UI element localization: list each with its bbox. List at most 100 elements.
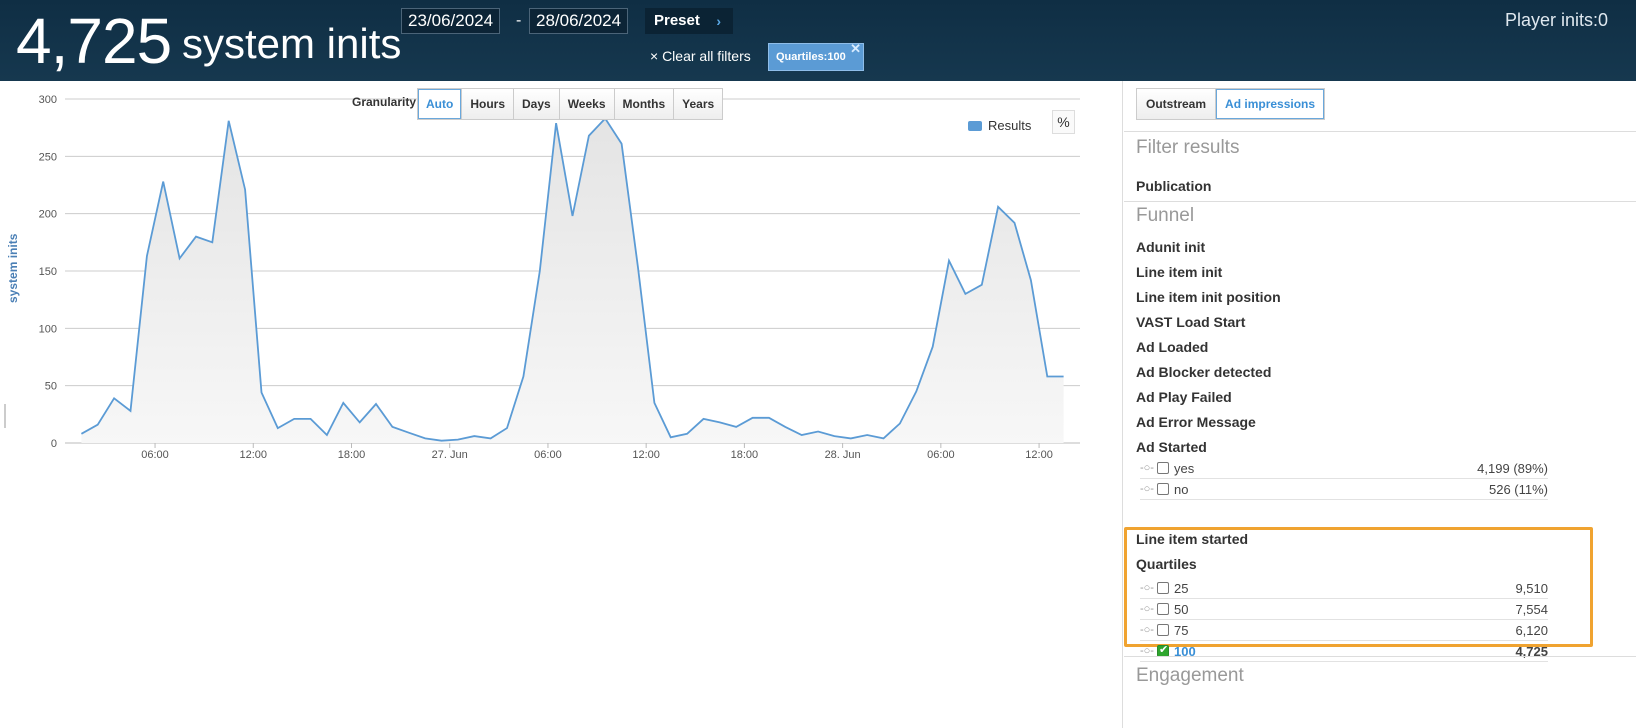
data-point xyxy=(423,436,427,440)
engagement-title: Engagement xyxy=(1136,665,1244,686)
data-point xyxy=(325,433,329,437)
x-tick-label: 06:00 xyxy=(927,449,955,461)
toggle-icon[interactable]: -○- xyxy=(1140,624,1154,636)
data-point xyxy=(521,375,525,379)
dimension-ad-error-message[interactable]: Ad Error Message xyxy=(1136,414,1256,430)
data-point xyxy=(309,417,313,421)
close-icon[interactable]: ✕ xyxy=(850,36,861,62)
dimension-quartiles[interactable]: Quartiles xyxy=(1136,556,1197,572)
checkbox[interactable] xyxy=(1157,462,1169,474)
clear-all-filters-link[interactable]: × Clear all filters xyxy=(650,48,751,64)
data-point xyxy=(554,121,558,125)
data-point xyxy=(472,434,476,438)
x-tick-label: 06:00 xyxy=(534,449,562,461)
data-point xyxy=(898,422,902,426)
dimension-publication[interactable]: Publication xyxy=(1136,178,1211,194)
dimension-adunit-init[interactable]: Adunit init xyxy=(1136,239,1205,255)
preset-button[interactable]: Preset › xyxy=(645,8,733,34)
divider xyxy=(1124,131,1636,132)
list-item[interactable]: -○- 25 9,510 xyxy=(1140,579,1548,599)
data-point xyxy=(669,435,673,439)
filter-results-title: Filter results xyxy=(1136,137,1240,158)
scroll-handle[interactable] xyxy=(4,404,6,428)
data-point xyxy=(767,416,771,420)
y-tick-label: 300 xyxy=(39,94,57,106)
data-point xyxy=(390,425,394,429)
data-point xyxy=(931,345,935,349)
checkbox[interactable] xyxy=(1157,624,1169,636)
checkbox[interactable] xyxy=(1157,603,1169,615)
checkbox[interactable] xyxy=(1157,582,1169,594)
top-header: 4,725 system inits 23/06/2024 - 28/06/20… xyxy=(0,0,1636,81)
legend-label: Results xyxy=(988,118,1032,133)
data-point xyxy=(751,416,755,420)
row-label: 50 xyxy=(1174,602,1189,617)
system-inits-chart: 0 50 100 150 200 250 300 06:00 12:00 18:00 27. Jun… xyxy=(39,94,1080,461)
data-point xyxy=(96,423,100,427)
data-point xyxy=(489,436,493,440)
dimension-ad-play-failed[interactable]: Ad Play Failed xyxy=(1136,389,1232,405)
x-tick-label: 18:00 xyxy=(338,449,366,461)
data-point xyxy=(718,420,722,424)
x-tick-label: 12:00 xyxy=(632,449,660,461)
data-point xyxy=(980,283,984,287)
date-to-input[interactable]: 28/06/2024 xyxy=(529,8,629,34)
data-point xyxy=(1062,375,1066,379)
tab-outstream[interactable]: Outstream xyxy=(1137,89,1217,119)
data-point xyxy=(407,431,411,435)
data-point xyxy=(783,425,787,429)
row-label: 75 xyxy=(1174,623,1189,638)
data-point xyxy=(456,438,460,442)
active-filter-chip[interactable]: Quartiles:100 ✕ xyxy=(768,41,864,71)
legend-swatch xyxy=(968,120,982,131)
granularity-days-button[interactable]: Days xyxy=(514,89,560,119)
toggle-icon[interactable]: -○- xyxy=(1140,603,1154,615)
list-item[interactable]: -○-1004,725 xyxy=(1140,642,1548,662)
x-tick-label: 12:00 xyxy=(1025,449,1053,461)
dimension-ad-loaded[interactable]: Ad Loaded xyxy=(1136,339,1208,355)
data-point xyxy=(194,235,198,239)
x-tick-label: 06:00 xyxy=(141,449,169,461)
toggle-icon[interactable]: -○- xyxy=(1140,483,1154,495)
row-label: yes xyxy=(1174,461,1195,476)
list-item[interactable]: -○- 50 7,554 xyxy=(1140,600,1548,620)
y-tick-label: 50 xyxy=(45,381,57,393)
data-point xyxy=(161,180,165,184)
data-point xyxy=(341,401,345,405)
percent-toggle-button[interactable]: % xyxy=(1052,110,1075,134)
list-item[interactable]: -○- yes 4,199 (89%) xyxy=(1140,459,1548,479)
dimension-line-item-init-position[interactable]: Line item init position xyxy=(1136,289,1281,305)
granularity-hours-button[interactable]: Hours xyxy=(462,89,514,119)
tab-ad-impressions[interactable]: Ad impressions xyxy=(1216,89,1325,119)
divider xyxy=(1124,201,1636,202)
toggle-icon[interactable]: -○- xyxy=(1140,582,1154,594)
x-tick-label: 27. Jun xyxy=(432,449,468,461)
dimension-ad-started[interactable]: Ad Started xyxy=(1136,439,1207,455)
granularity-months-button[interactable]: Months xyxy=(614,89,675,119)
granularity-auto-button[interactable]: Auto xyxy=(418,89,463,119)
granularity-years-button[interactable]: Years xyxy=(674,89,723,119)
data-point xyxy=(1029,278,1033,282)
data-point xyxy=(227,119,231,123)
x-tick-label: 28. Jun xyxy=(825,449,861,461)
data-point xyxy=(800,433,804,437)
row-value: 6,120 xyxy=(1515,623,1548,638)
chart-legend[interactable]: Results xyxy=(968,118,1031,133)
y-tick-label: 250 xyxy=(39,151,57,163)
data-point xyxy=(178,256,182,260)
date-from-input[interactable]: 23/06/2024 xyxy=(401,8,501,34)
y-tick-label: 100 xyxy=(39,323,57,335)
dimension-line-item-init[interactable]: Line item init xyxy=(1136,264,1222,280)
data-point xyxy=(963,292,967,296)
y-tick-label: 200 xyxy=(39,209,57,221)
toggle-icon[interactable]: -○- xyxy=(1140,462,1154,474)
data-point xyxy=(882,436,886,440)
list-item[interactable]: -○- 75 6,120 xyxy=(1140,621,1548,641)
dimension-vast-load-start[interactable]: VAST Load Start xyxy=(1136,314,1245,330)
dimension-ad-blocker-detected[interactable]: Ad Blocker detected xyxy=(1136,364,1271,380)
results-area xyxy=(81,118,1064,443)
data-point xyxy=(1045,375,1049,379)
checkbox[interactable] xyxy=(1157,483,1169,495)
granularity-weeks-button[interactable]: Weeks xyxy=(559,89,615,119)
list-item[interactable]: -○- no 526 (11%) xyxy=(1140,480,1548,500)
